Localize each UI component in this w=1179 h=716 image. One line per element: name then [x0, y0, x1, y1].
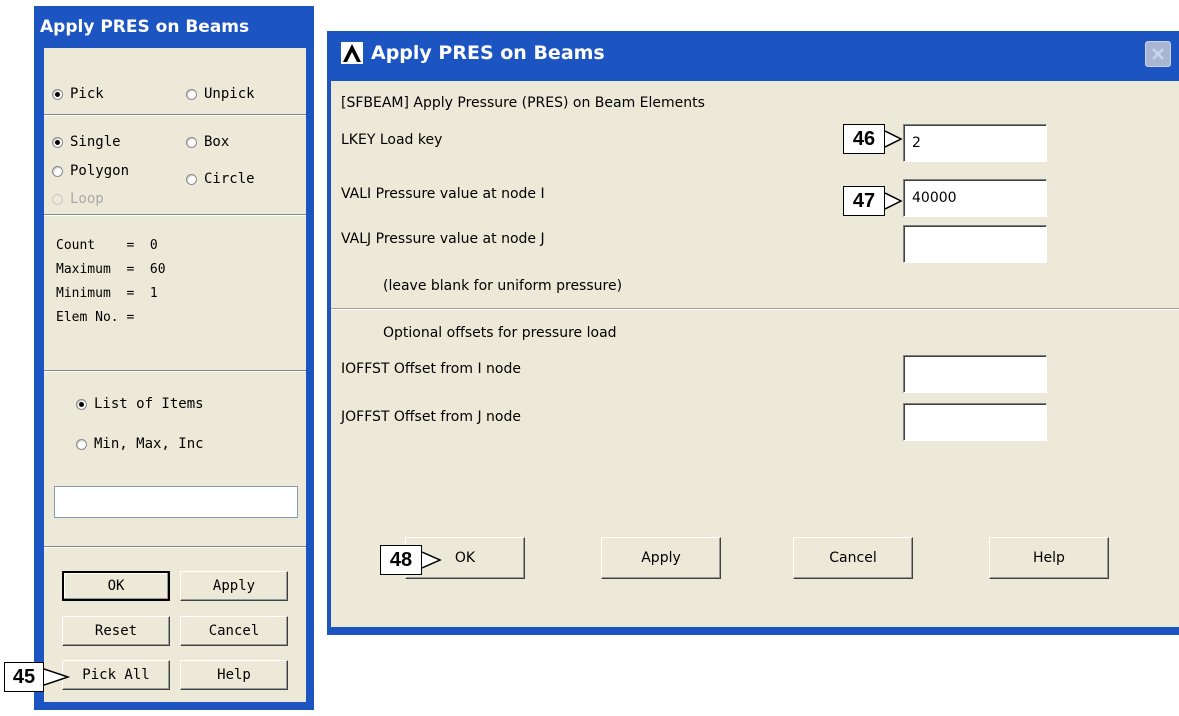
picker-title: Apply PRES on Beams: [40, 17, 250, 37]
apply-pres-dialog: Apply PRES on Beams [SFBEAM] Apply Press…: [327, 31, 1179, 635]
loop-radio: Loop: [52, 191, 104, 207]
callout-arrow-icon: [422, 551, 442, 569]
pick-all-button[interactable]: Pick All: [62, 660, 170, 690]
callout-arrow-icon: [44, 668, 70, 686]
dialog-titlebar: Apply PRES on Beams: [327, 31, 1179, 81]
picker-window: Apply PRES on Beams Pick Unpick Single B…: [34, 6, 314, 710]
lkey-label: LKEY Load key: [341, 132, 443, 148]
picker-ok-button[interactable]: OK: [62, 571, 170, 601]
callout-46-number: 46: [843, 124, 885, 154]
valj-label: VALJ Pressure value at node J: [341, 231, 545, 247]
picker-reset-button[interactable]: Reset: [62, 616, 170, 646]
vali-input[interactable]: 40000: [903, 179, 1047, 217]
apply-button[interactable]: Apply: [601, 537, 721, 579]
min-max-inc-label: Min, Max, Inc: [94, 436, 204, 452]
pick-entry-input[interactable]: [54, 486, 298, 518]
list-of-items-radio[interactable]: List of Items: [76, 396, 204, 412]
callout-46: 46: [843, 124, 903, 154]
pick-label: Pick: [70, 86, 104, 102]
callout-48-number: 48: [380, 545, 422, 575]
callout-48: 48: [380, 545, 442, 575]
separator: [44, 370, 306, 372]
callout-arrow-icon: [885, 130, 903, 148]
joffst-input[interactable]: [903, 403, 1047, 441]
separator: [44, 546, 306, 548]
box-label: Box: [204, 134, 230, 150]
valj-input[interactable]: [903, 225, 1047, 263]
pick-radio[interactable]: Pick: [52, 86, 104, 102]
callout-45-number: 45: [4, 662, 44, 692]
list-of-items-label: List of Items: [94, 396, 204, 412]
box-radio[interactable]: Box: [186, 134, 229, 150]
help-button[interactable]: Help: [989, 537, 1109, 579]
callout-47: 47: [843, 186, 903, 216]
vali-label: VALI Pressure value at node I: [341, 186, 545, 202]
radio-unchecked-icon: [186, 173, 197, 185]
picker-cancel-button[interactable]: Cancel: [180, 616, 288, 646]
radio-checked-icon: [52, 88, 63, 100]
lkey-input[interactable]: 2: [903, 124, 1047, 162]
picker-help-button[interactable]: Help: [180, 660, 288, 690]
picker-apply-button[interactable]: Apply: [180, 571, 288, 601]
count-stat: Count = 0: [56, 238, 158, 253]
polygon-label: Polygon: [70, 163, 130, 179]
radio-unchecked-icon: [76, 438, 87, 450]
callout-arrow-icon: [885, 192, 903, 210]
picker-body: Pick Unpick Single Box Polygon Circle Lo…: [44, 48, 306, 702]
section-separator: [331, 308, 1179, 310]
radio-unchecked-icon: [52, 165, 63, 177]
callout-47-number: 47: [843, 186, 885, 216]
command-label: [SFBEAM] Apply Pressure (PRES) on Beam E…: [341, 95, 705, 111]
ansys-logo-icon: [341, 42, 363, 64]
min-max-inc-radio[interactable]: Min, Max, Inc: [76, 436, 204, 452]
separator: [44, 114, 306, 116]
cancel-button[interactable]: Cancel: [793, 537, 913, 579]
radio-checked-icon: [52, 136, 63, 148]
offsets-header: Optional offsets for pressure load: [383, 325, 617, 341]
circle-label: Circle: [204, 171, 255, 187]
ioffst-label: IOFFST Offset from I node: [341, 361, 521, 377]
callout-45: 45: [4, 662, 70, 692]
polygon-radio[interactable]: Polygon: [52, 163, 129, 179]
joffst-label: JOFFST Offset from J node: [341, 409, 521, 425]
minimum-stat: Minimum = 1: [56, 286, 158, 301]
radio-disabled-icon: [52, 193, 63, 205]
ioffst-input[interactable]: [903, 355, 1047, 393]
separator: [44, 214, 306, 216]
unpick-label: Unpick: [204, 86, 255, 102]
close-icon[interactable]: [1145, 41, 1171, 67]
circle-radio[interactable]: Circle: [186, 171, 255, 187]
dialog-body: [SFBEAM] Apply Pressure (PRES) on Beam E…: [331, 81, 1179, 627]
elem-no-stat: Elem No. =: [56, 310, 135, 325]
single-radio[interactable]: Single: [52, 134, 121, 150]
loop-label: Loop: [70, 191, 104, 207]
blank-note: (leave blank for uniform pressure): [383, 278, 623, 294]
single-label: Single: [70, 134, 121, 150]
unpick-radio[interactable]: Unpick: [186, 86, 255, 102]
radio-unchecked-icon: [186, 88, 197, 100]
radio-checked-icon: [76, 398, 87, 410]
dialog-title: Apply PRES on Beams: [371, 42, 605, 64]
maximum-stat: Maximum = 60: [56, 262, 166, 277]
radio-unchecked-icon: [186, 136, 197, 148]
